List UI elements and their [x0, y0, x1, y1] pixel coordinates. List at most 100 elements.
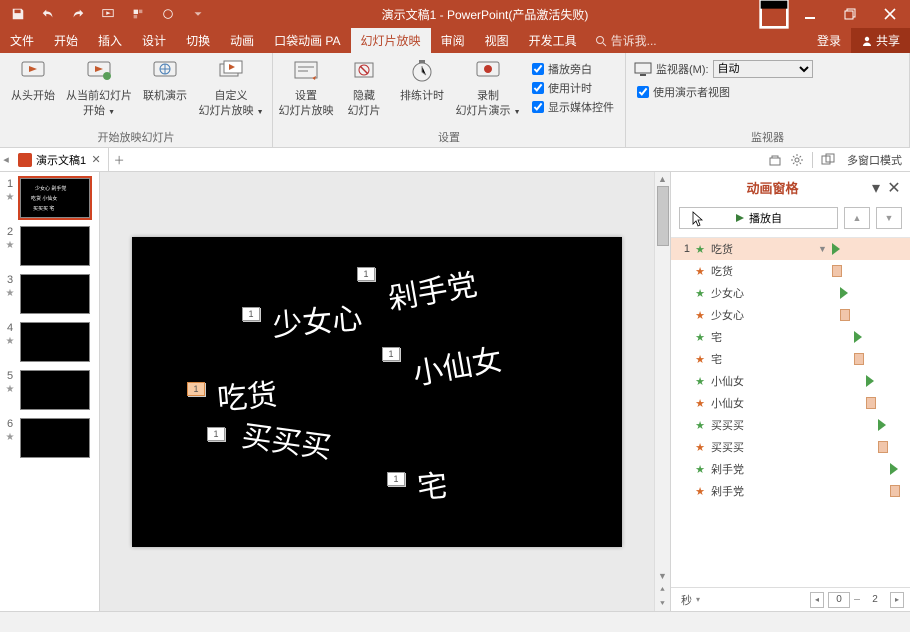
redo-button[interactable]: [64, 0, 92, 28]
slide-thumbnail[interactable]: [20, 274, 90, 314]
slide-text[interactable]: 小仙女: [409, 334, 505, 393]
move-down-button[interactable]: ▼: [876, 207, 902, 229]
timeline-left-button[interactable]: ◂: [810, 592, 824, 608]
ribbon-button[interactable]: 从头开始: [4, 56, 62, 127]
thumbnail-item[interactable]: 3★: [0, 272, 99, 320]
animation-row[interactable]: ★小仙女: [671, 370, 910, 392]
timeline-bar[interactable]: [890, 485, 900, 497]
restore-button[interactable]: [830, 0, 870, 28]
animation-row[interactable]: ★吃货: [671, 260, 910, 282]
thumbnail-item[interactable]: 1★少女心 剁手党吃货 小仙女买买买 宅: [0, 176, 99, 224]
ribbon-button[interactable]: 设置幻灯片放映: [277, 56, 335, 127]
ribbon-button[interactable]: 联机演示: [136, 56, 194, 127]
animation-row[interactable]: ★少女心: [671, 304, 910, 326]
close-tab-button[interactable]: ✕: [90, 154, 102, 166]
ribbon-tab-10[interactable]: 开发工具: [519, 28, 587, 53]
pane-dropdown-button[interactable]: ▾: [868, 180, 884, 196]
ribbon-display-options[interactable]: [758, 0, 790, 28]
animation-row[interactable]: ★少女心: [671, 282, 910, 304]
animation-tag-active[interactable]: 1: [187, 382, 205, 396]
animation-row[interactable]: ★剁手党: [671, 480, 910, 502]
ribbon-button[interactable]: 隐藏幻灯片: [335, 56, 393, 127]
monitor-select[interactable]: 自动: [713, 60, 813, 78]
ribbon-tab-9[interactable]: 视图: [475, 28, 519, 53]
prev-slide-button[interactable]: ⯅: [655, 583, 670, 597]
ribbon-checkbox[interactable]: 显示媒体控件: [529, 98, 617, 116]
new-tab-button[interactable]: ＋: [109, 152, 129, 168]
ribbon-tab-0[interactable]: 文件: [0, 28, 44, 53]
qat-theme-button[interactable]: [124, 0, 152, 28]
animation-list[interactable]: 1★吃货▼★吃货★少女心★少女心★宅★宅★小仙女★小仙女★买买买★买买买★剁手党…: [671, 237, 910, 587]
slide-text[interactable]: 买买买: [239, 410, 334, 466]
ribbon-button[interactable]: 从当前幻灯片开始 ▼: [62, 56, 136, 127]
play-from-button[interactable]: 播放自: [679, 207, 838, 229]
animation-tag[interactable]: 1: [242, 307, 260, 321]
ribbon-button[interactable]: 录制幻灯片演示 ▼: [451, 56, 525, 127]
document-tab[interactable]: 演示文稿1 ✕: [12, 148, 109, 171]
ribbon-tab-3[interactable]: 设计: [132, 28, 176, 53]
slide-thumbnail-pane[interactable]: 1★少女心 剁手党吃货 小仙女买买买 宅2★3★4★5★6★: [0, 172, 100, 611]
animation-row[interactable]: ★宅: [671, 326, 910, 348]
undo-button[interactable]: [34, 0, 62, 28]
qat-shape-button[interactable]: [154, 0, 182, 28]
scroll-down[interactable]: ▼: [655, 569, 670, 583]
slide-canvas[interactable]: 1 剁手党 1 少女心 1 小仙女 1 吃货 1 买买买 1 宅: [132, 237, 622, 547]
ribbon-tab-1[interactable]: 开始: [44, 28, 88, 53]
slide-text[interactable]: 宅: [415, 460, 449, 506]
timeline-bar[interactable]: [832, 265, 842, 277]
ribbon-checkbox[interactable]: 使用计时: [529, 79, 617, 97]
timeline-bar[interactable]: [878, 441, 888, 453]
move-up-button[interactable]: ▲: [844, 207, 870, 229]
tab-nav-left[interactable]: ◂: [0, 153, 12, 166]
thumbnail-item[interactable]: 2★: [0, 224, 99, 272]
settings-icon[interactable]: [786, 153, 808, 167]
ribbon-button[interactable]: 自定义幻灯片放映 ▼: [194, 56, 268, 127]
animation-row[interactable]: ★小仙女: [671, 392, 910, 414]
share-button[interactable]: 共享: [851, 28, 910, 53]
multi-window-icon[interactable]: [817, 153, 839, 167]
start-slideshow-button[interactable]: [94, 0, 122, 28]
animation-row[interactable]: ★买买买: [671, 436, 910, 458]
ribbon-tab-5[interactable]: 动画: [220, 28, 264, 53]
slide-thumbnail[interactable]: [20, 418, 90, 458]
slide-text[interactable]: 少女心: [270, 293, 363, 345]
thumbnail-item[interactable]: 4★: [0, 320, 99, 368]
animation-row[interactable]: ★买买买: [671, 414, 910, 436]
timeline-bar[interactable]: [840, 309, 850, 321]
slide-thumbnail[interactable]: [20, 322, 90, 362]
animation-row[interactable]: ★宅: [671, 348, 910, 370]
animation-tag[interactable]: 1: [357, 267, 375, 281]
ribbon-tab-4[interactable]: 切换: [176, 28, 220, 53]
ribbon-tab-6[interactable]: 口袋动画 PA: [264, 28, 350, 53]
ribbon-tab-2[interactable]: 插入: [88, 28, 132, 53]
slide-text[interactable]: 剁手党: [384, 259, 480, 318]
scroll-up[interactable]: ▲: [655, 172, 670, 186]
pane-close-button[interactable]: ✕: [886, 180, 902, 196]
next-slide-button[interactable]: ⯆: [655, 597, 670, 611]
ribbon-button[interactable]: 排练计时: [393, 56, 451, 127]
animation-tag[interactable]: 1: [382, 347, 400, 361]
timeline-right-button[interactable]: ▸: [890, 592, 904, 608]
animation-tag[interactable]: 1: [387, 472, 405, 486]
minimize-button[interactable]: [790, 0, 830, 28]
slide-thumbnail[interactable]: 少女心 剁手党吃货 小仙女买买买 宅: [20, 178, 90, 218]
scroll-thumb[interactable]: [657, 186, 669, 246]
ribbon-tab-7[interactable]: 幻灯片放映: [351, 28, 431, 53]
save-button[interactable]: [4, 0, 32, 28]
tell-me-search[interactable]: 告诉我...: [587, 32, 665, 49]
presenter-view-checkbox[interactable]: 使用演示者视图: [634, 83, 813, 101]
ribbon-tab-8[interactable]: 审阅: [431, 28, 475, 53]
timeline-bar[interactable]: [866, 397, 876, 409]
thumbnail-item[interactable]: 6★: [0, 416, 99, 464]
toolbox-icon[interactable]: [764, 153, 786, 167]
close-button[interactable]: [870, 0, 910, 28]
animation-row[interactable]: ★剁手党: [671, 458, 910, 480]
animation-row[interactable]: 1★吃货▼: [671, 238, 910, 260]
animation-tag[interactable]: 1: [207, 427, 225, 441]
login-button[interactable]: 登录: [807, 28, 851, 53]
timeline-bar[interactable]: [854, 353, 864, 365]
slide-thumbnail[interactable]: [20, 226, 90, 266]
qat-customize-button[interactable]: [184, 0, 212, 28]
thumbnail-item[interactable]: 5★: [0, 368, 99, 416]
slide-thumbnail[interactable]: [20, 370, 90, 410]
